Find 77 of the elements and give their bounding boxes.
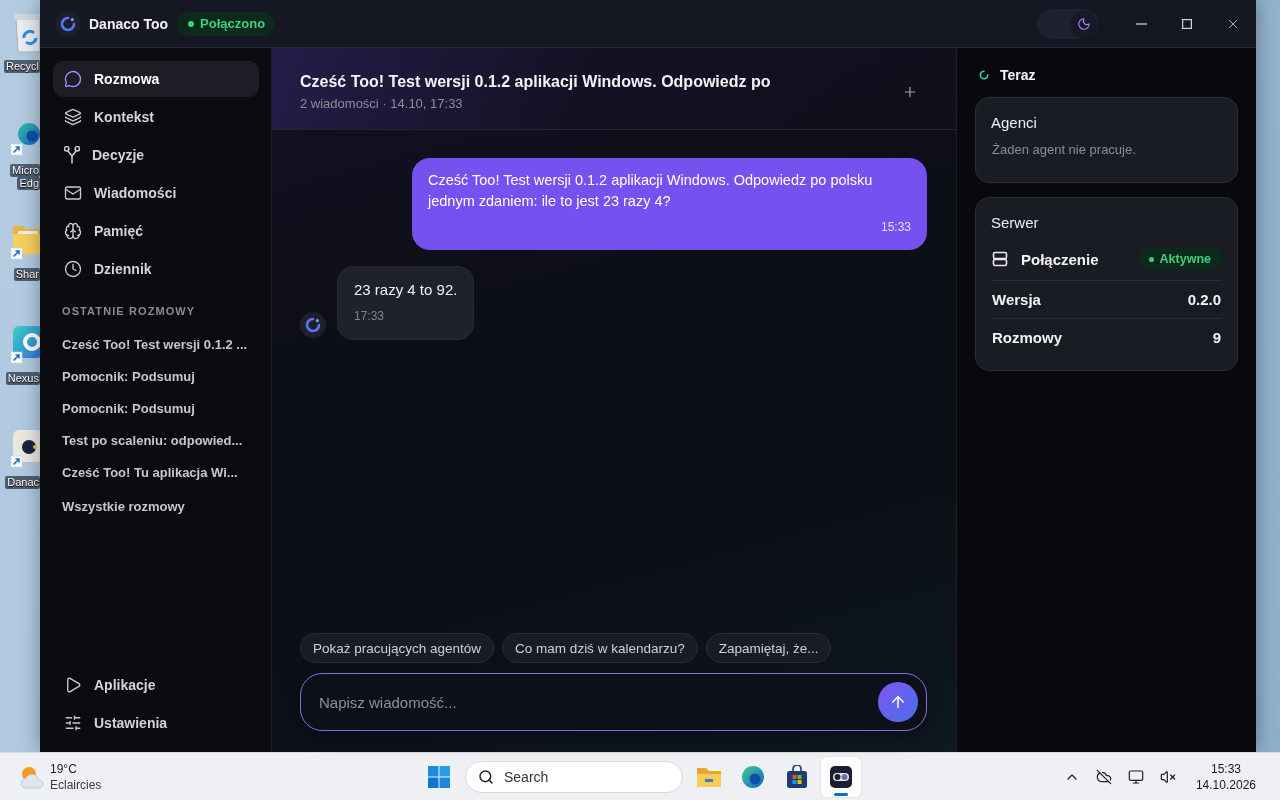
brain-icon bbox=[64, 222, 82, 240]
speaker-muted-icon bbox=[1159, 768, 1176, 785]
chat-subtitle: 2 wiadomości · 14.10, 17:33 bbox=[300, 95, 464, 112]
shopping-bag-icon bbox=[785, 764, 809, 789]
toggle-app-icon bbox=[829, 764, 853, 789]
folder-icon bbox=[696, 765, 722, 788]
clock-date: 14.10.2026 bbox=[1195, 776, 1256, 793]
nav-item[interactable]: Decyzje bbox=[53, 137, 259, 173]
taskbar-button[interactable] bbox=[821, 756, 861, 797]
message-text: 23 razy 4 to 92. bbox=[354, 280, 458, 300]
row-value: 0.2.0 bbox=[1187, 291, 1221, 308]
desktop-icon-label: Micro bbox=[10, 164, 40, 177]
nav-item[interactable]: Kontekst bbox=[53, 99, 259, 135]
search-field[interactable]: Search bbox=[465, 760, 683, 793]
sliders-icon bbox=[64, 714, 82, 732]
clock-icon bbox=[64, 260, 82, 278]
weather-text: Eclaircies bbox=[50, 776, 102, 793]
nav-item[interactable]: Rozmowa bbox=[53, 61, 259, 97]
card-title: Serwer bbox=[991, 213, 1040, 233]
card-title: Agenci bbox=[991, 113, 1038, 133]
recent-chat-item[interactable]: Cześć Too! Tu aplikacja Wi... bbox=[53, 456, 259, 488]
layers-icon bbox=[64, 108, 82, 126]
panel-heading: Teraz bbox=[1000, 67, 1036, 83]
chat-title: Cześć Too! Test wersji 0.1.2 aplikacji Windows. Odpowiedz po bbox=[300, 71, 771, 92]
cloud-off-icon bbox=[1095, 768, 1112, 785]
nav-item[interactable]: Ustawienia bbox=[53, 705, 259, 741]
ring-avatar-icon bbox=[300, 312, 326, 338]
status-dot-icon bbox=[1148, 256, 1154, 262]
desktop-icon-label: Edg bbox=[17, 177, 40, 190]
monitor-icon bbox=[1127, 768, 1144, 785]
message-text: Cześć Too! Test wersji 0.1.2 aplikacji Windows. Odpowiedz po polsku jednym zdaniem: ile to jest 23 razy 4? bbox=[428, 171, 874, 211]
minimize-icon bbox=[1135, 22, 1147, 25]
nav-item[interactable]: Wiadomości bbox=[53, 175, 259, 211]
desktop-icon-label: Danac bbox=[5, 476, 40, 489]
suggestion-chip[interactable]: Pokaż pracujących agentów bbox=[300, 633, 495, 663]
nav-item[interactable]: Pamięć bbox=[53, 213, 259, 249]
theme-toggle[interactable] bbox=[1037, 8, 1099, 39]
mail-icon bbox=[64, 184, 82, 202]
message-time: 17:33 bbox=[354, 309, 386, 324]
row-label: Wersja bbox=[992, 291, 1041, 308]
recent-chat-item[interactable]: Test po scaleniu: odpowied... bbox=[53, 424, 259, 456]
status-label: Połączono bbox=[200, 16, 266, 31]
suggestion-chip[interactable]: Zapamiętaj, że... bbox=[705, 633, 832, 663]
desktop-icon-label: Recycl bbox=[4, 60, 40, 73]
start-menu-icon bbox=[427, 764, 451, 789]
suggestion-chip[interactable]: Co mam dziś w kalendarzu? bbox=[502, 633, 698, 663]
desktop-icon-label: Nexus bbox=[5, 372, 40, 385]
server-icon bbox=[992, 251, 1008, 267]
play-icon bbox=[64, 676, 82, 694]
chat-bubble-icon bbox=[64, 70, 82, 88]
desktop-icon-label: Shar bbox=[13, 268, 40, 281]
toggle-knob[interactable] bbox=[1071, 10, 1097, 37]
search-icon bbox=[478, 768, 494, 785]
empty-state-text: Żaden agent nie pracuje. bbox=[991, 142, 1137, 158]
circle-app-icon bbox=[741, 764, 765, 789]
all-chats-link[interactable]: Wszystkie rozmowy bbox=[53, 490, 259, 522]
nav-item[interactable]: Dziennik bbox=[53, 251, 259, 287]
fork-icon bbox=[64, 146, 80, 164]
message-time: 15:33 bbox=[879, 220, 911, 235]
section-heading: OSTATNIE ROZMOWY bbox=[61, 304, 197, 318]
spinner-icon bbox=[979, 70, 989, 80]
recent-chat-item[interactable]: Pomocnik: Podsumuj bbox=[53, 360, 259, 392]
temperature-text: 19°C bbox=[50, 760, 78, 777]
app-title: Danaco Too bbox=[89, 15, 169, 32]
row-label: Rozmowy bbox=[992, 329, 1062, 346]
status-dot-icon bbox=[188, 20, 195, 27]
maximize-icon bbox=[1182, 18, 1192, 29]
clock-time: 15:33 bbox=[1210, 760, 1241, 777]
status-label: Aktywne bbox=[1159, 252, 1211, 266]
ring-logo-icon bbox=[55, 10, 81, 37]
recent-chat-item[interactable]: Pomocnik: Podsumuj bbox=[53, 392, 259, 424]
nav-item[interactable]: Aplikacje bbox=[53, 667, 259, 703]
row-value: 9 bbox=[1212, 329, 1221, 346]
message-input[interactable]: Napisz wiadomość... bbox=[300, 673, 927, 731]
moon-icon bbox=[1077, 16, 1091, 31]
row-label: Połączenie bbox=[1021, 250, 1099, 268]
recent-chat-item[interactable]: Cześć Too! Test wersji 0.1.2 ... bbox=[53, 328, 259, 360]
